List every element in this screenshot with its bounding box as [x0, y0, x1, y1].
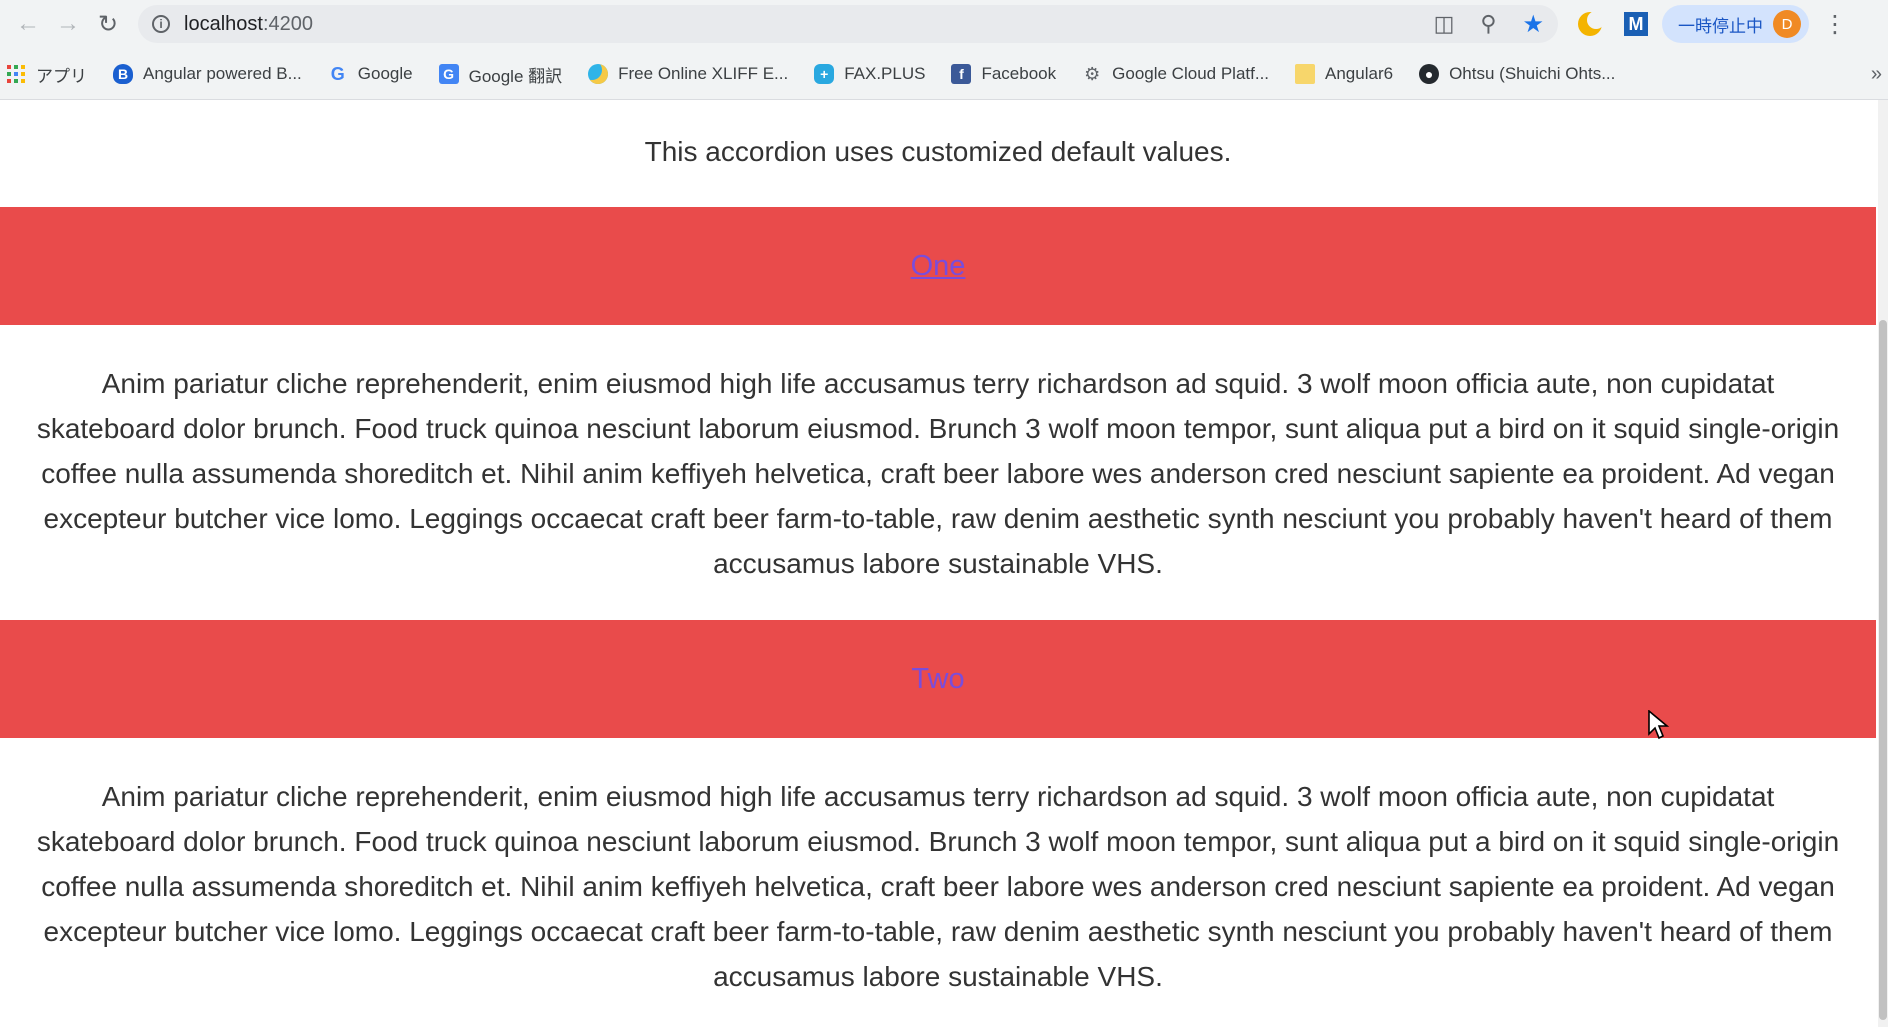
browser-toolbar: ← → ↻ i localhost:4200 ◫ ⚲ ★ M 一時停止中 D ⋮: [0, 0, 1888, 48]
avatar: D: [1773, 10, 1801, 38]
bookmark-label: Free Online XLIFF E...: [618, 64, 789, 83]
forward-arrow-icon[interactable]: →: [48, 4, 88, 44]
bookmarks-bar: アプリ B Angular powered B... G Google G Go…: [0, 48, 1888, 100]
bookmark-google[interactable]: G Google: [328, 64, 413, 84]
bookmark-google-translate[interactable]: G Google 翻訳: [438, 62, 563, 87]
google-g-icon: G: [330, 63, 345, 84]
sync-paused-button[interactable]: 一時停止中 D: [1662, 5, 1809, 43]
back-arrow-icon[interactable]: ←: [8, 4, 48, 44]
folder-icon: [1295, 64, 1316, 84]
site-info-icon[interactable]: i: [152, 15, 170, 33]
night-mode-extension-icon[interactable]: [1578, 11, 1605, 36]
sync-paused-label: 一時停止中: [1678, 16, 1763, 36]
bookmark-github-ohtsu[interactable]: ● Ohtsu (Shuichi Ohts...: [1419, 64, 1615, 84]
omnibox-actions: ◫ ⚲ ★: [1434, 10, 1544, 39]
bookmark-label: Angular powered B...: [143, 64, 302, 83]
more-bookmarks-icon[interactable]: »: [1871, 63, 1882, 86]
address-bar[interactable]: i localhost:4200 ◫ ⚲ ★: [138, 5, 1558, 43]
intro-text: This accordion uses customized default v…: [644, 136, 1232, 167]
browser-chrome: ← → ↻ i localhost:4200 ◫ ⚲ ★ M 一時停止中 D ⋮…: [0, 0, 1888, 100]
bookmark-angular6[interactable]: Angular6: [1295, 64, 1393, 84]
bookmark-label: Facebook: [981, 64, 1057, 83]
gear-icon: ⚙: [1084, 63, 1101, 84]
apps-grid-icon: [6, 64, 26, 84]
reload-icon[interactable]: ↻: [88, 4, 128, 44]
m-extension-icon[interactable]: M: [1624, 12, 1648, 36]
accordion-header-two[interactable]: Two: [0, 620, 1876, 738]
more-menu-icon[interactable]: ⋮: [1823, 10, 1847, 39]
bookmark-google-cloud[interactable]: ⚙ Google Cloud Platf...: [1082, 64, 1269, 84]
url-port: :4200: [262, 12, 313, 35]
page-content: This accordion uses customized default v…: [0, 100, 1888, 1027]
scrollbar-thumb[interactable]: [1879, 320, 1887, 1020]
bootstrap-shield-icon: B: [113, 64, 133, 84]
bookmark-apps[interactable]: アプリ: [6, 62, 87, 87]
facebook-icon: f: [951, 64, 972, 84]
bookmark-label: Google Cloud Platf...: [1112, 64, 1270, 83]
extensions: M: [1578, 11, 1648, 36]
bookmark-angular-powered[interactable]: B Angular powered B...: [113, 64, 302, 84]
bookmark-label: Ohtsu (Shuichi Ohts...: [1449, 64, 1616, 83]
bookmark-facebook[interactable]: f Facebook: [951, 64, 1056, 84]
url-host: localhost: [184, 12, 263, 35]
accordion-toggle-one[interactable]: One: [911, 250, 966, 283]
bookmark-label: FAX.PLUS: [844, 64, 926, 83]
accordion-header-one[interactable]: One: [0, 207, 1876, 325]
zoom-icon[interactable]: ⚲: [1480, 11, 1496, 37]
bookmark-xliff-editor[interactable]: Free Online XLIFF E...: [588, 64, 788, 84]
bookmark-label: Google 翻訳: [468, 66, 563, 86]
google-translate-icon: G: [438, 64, 459, 84]
page-scrollbar[interactable]: [1878, 100, 1888, 1027]
xliff-logo-icon: [588, 64, 609, 84]
bookmark-star-icon[interactable]: ★: [1522, 10, 1544, 39]
bookmark-fax-plus[interactable]: + FAX.PLUS: [814, 64, 925, 84]
bookmark-label: Google: [357, 64, 413, 83]
bookmark-label: Angular6: [1325, 64, 1394, 83]
accordion-body-two: Anim pariatur cliche reprehenderit, enim…: [36, 781, 1840, 992]
accordion-toggle-two[interactable]: Two: [911, 663, 964, 696]
github-icon: ●: [1419, 64, 1440, 84]
translate-icon[interactable]: ◫: [1434, 11, 1455, 37]
accordion-body-one: Anim pariatur cliche reprehenderit, enim…: [36, 368, 1840, 579]
cursor-arrow-icon: [1648, 709, 1670, 740]
fax-plus-icon: +: [814, 64, 835, 84]
bookmark-label: アプリ: [36, 66, 87, 86]
url-text[interactable]: localhost:4200: [184, 13, 313, 36]
